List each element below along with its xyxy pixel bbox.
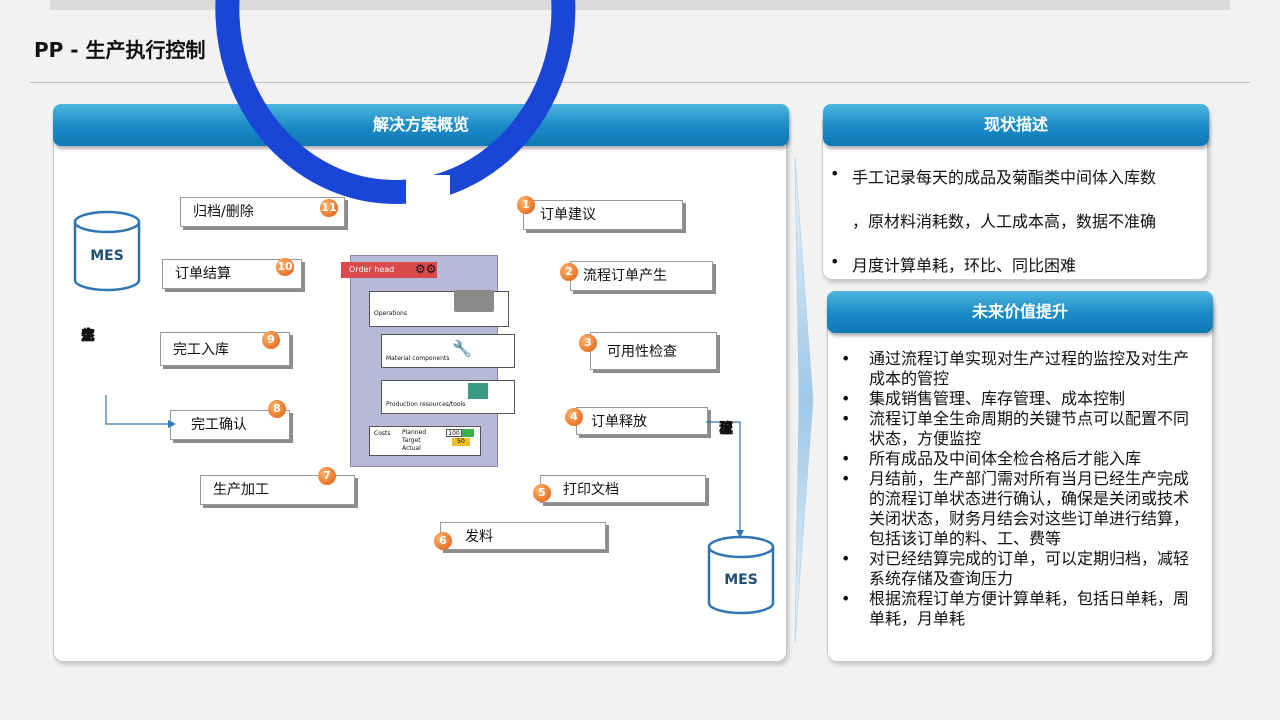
status-item: ，原材料消耗数，人工成本高，数据不准确 [852,212,1157,231]
future-item: • 通过流程订单实现对生产过程的监控及对生产成本的管控 [841,349,1190,388]
bullet-icon: • [841,449,851,468]
chevron-connector [794,157,814,643]
flow-char: 单 [719,421,733,437]
future-item: • 集成销售管理、库存管理、成本控制 [841,389,1126,408]
bullet-icon: • [830,252,840,271]
bullet-icon: • [841,589,851,608]
future-item: • 所有成品及中间体全检合格后才能入库 [841,449,1142,468]
bullet-icon: • [841,349,851,368]
status-item: • 月度计算单耗，环比、同比困难 [830,252,1077,275]
future-item: • 月结前，生产部门需对所有当月已经生产完成的流程订单状态进行确认，确保是关闭或技… [841,469,1190,548]
status-item: • 手工记录每天的成品及菊酯类中间体入库数 [830,164,1157,187]
future-item: • 对已经结算完成的订单，可以定期归档，减轻系统存储及查询压力 [841,549,1190,588]
status-list: • 手工记录每天的成品及菊酯类中间体入库数 ，原材料消耗数，人工成本高，数据不准确… [830,164,1202,276]
flow-char: 息 [81,328,95,344]
status-header: 现状描述 [823,104,1209,146]
future-item: • 流程订单全生命周期的关键节点可以配置不同状态，方便监控 [841,409,1190,448]
future-item: • 根据流程订单方便计算单耗，包括日单耗，周单耗，月单耗 [841,589,1190,628]
bullet-icon: • [841,389,851,408]
bullet-icon: • [841,409,851,428]
future-list: • 通过流程订单实现对生产过程的监控及对生产成本的管控 • 集成销售管理、库存管理、… [841,349,1203,629]
bullet-icon: • [841,549,851,568]
future-header: 未来价值提升 [827,291,1213,333]
bullet-icon: • [841,469,851,488]
bullet-icon: • [830,164,840,183]
